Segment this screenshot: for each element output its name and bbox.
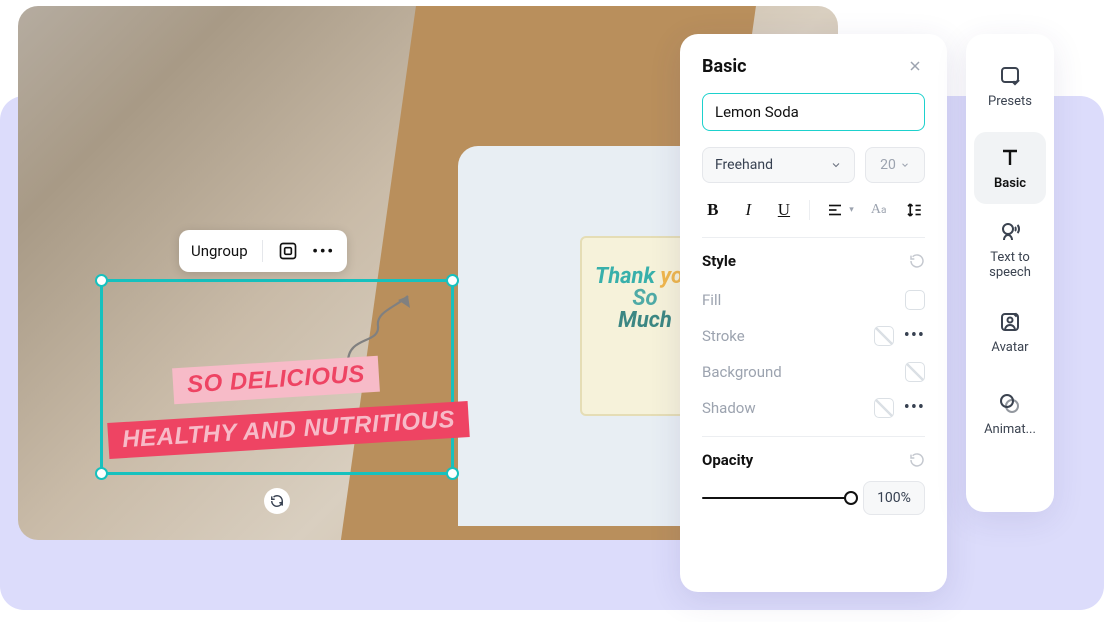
avatar-icon (997, 309, 1023, 335)
presets-icon (997, 63, 1023, 89)
speech-icon (997, 219, 1023, 245)
tool-text-to-speech[interactable]: Text to speech (974, 214, 1046, 286)
stroke-swatch[interactable] (874, 326, 894, 346)
reset-style-icon[interactable] (909, 253, 925, 269)
text-case-button[interactable]: Aa (868, 199, 890, 221)
animation-icon (997, 391, 1023, 417)
close-icon[interactable] (907, 58, 925, 76)
reset-opacity-icon[interactable] (909, 452, 925, 468)
background-label: Background (702, 363, 782, 381)
tool-label: Basic (994, 177, 1026, 192)
rotate-icon[interactable] (264, 488, 290, 514)
basic-panel: Basic Freehand 20 B I U ▾ Aa Style (680, 34, 947, 592)
style-section-title: Style (702, 252, 736, 270)
opacity-value[interactable]: 100% (863, 481, 925, 515)
shadow-label: Shadow (702, 399, 756, 417)
divider (262, 240, 263, 262)
tool-animation[interactable]: Animat... (974, 378, 1046, 450)
text-content-input[interactable] (702, 93, 925, 131)
card-line: Much (618, 308, 672, 333)
more-icon[interactable]: ••• (313, 240, 335, 262)
align-button[interactable] (824, 199, 846, 221)
group-icon[interactable] (277, 240, 299, 262)
opacity-slider[interactable] (702, 497, 851, 499)
selection-toolbar: Ungroup ••• (179, 230, 347, 272)
background-row: Background (702, 354, 925, 390)
format-toolbar: B I U ▾ Aa (702, 193, 925, 238)
text-icon (997, 145, 1023, 171)
chevron-down-icon (830, 159, 842, 171)
font-family-select[interactable]: Freehand (702, 147, 855, 183)
ungroup-button[interactable]: Ungroup (191, 242, 248, 260)
chevron-down-icon: ▾ (849, 205, 854, 215)
stroke-label: Stroke (702, 327, 745, 345)
tool-avatar[interactable]: Avatar (974, 296, 1046, 368)
font-family-value: Freehand (715, 157, 773, 173)
fill-swatch[interactable] (905, 290, 925, 310)
divider (702, 436, 925, 437)
font-size-value: 20 (880, 157, 896, 173)
bold-button[interactable]: B (702, 199, 724, 221)
fill-row: Fill (702, 282, 925, 318)
line-spacing-button[interactable] (903, 199, 925, 221)
right-toolbar: Presets Basic Text to speech Avatar Anim… (966, 34, 1054, 512)
tool-label: Animat... (984, 423, 1036, 438)
resize-handle-bl[interactable] (95, 467, 108, 480)
font-size-select[interactable]: 20 (865, 147, 925, 183)
opacity-slider-thumb[interactable] (844, 491, 858, 505)
resize-handle-br[interactable] (446, 467, 459, 480)
panel-title: Basic (702, 56, 747, 77)
shadow-swatch[interactable] (874, 398, 894, 418)
chevron-down-icon (900, 160, 910, 170)
tool-basic[interactable]: Basic (974, 132, 1046, 204)
resize-handle-tl[interactable] (95, 274, 108, 287)
tool-label: Avatar (991, 341, 1028, 356)
tool-label: Presets (988, 95, 1032, 110)
stroke-row: Stroke ••• (702, 318, 925, 354)
divider (809, 200, 810, 220)
italic-button[interactable]: I (738, 199, 760, 221)
tool-presets[interactable]: Presets (974, 50, 1046, 122)
shadow-row: Shadow ••• (702, 390, 925, 426)
resize-handle-tr[interactable] (446, 274, 459, 287)
fill-label: Fill (702, 291, 721, 309)
opacity-section-title: Opacity (702, 451, 753, 469)
background-swatch[interactable] (905, 362, 925, 382)
tool-label: Text to speech (974, 251, 1046, 281)
underline-button[interactable]: U (773, 199, 795, 221)
